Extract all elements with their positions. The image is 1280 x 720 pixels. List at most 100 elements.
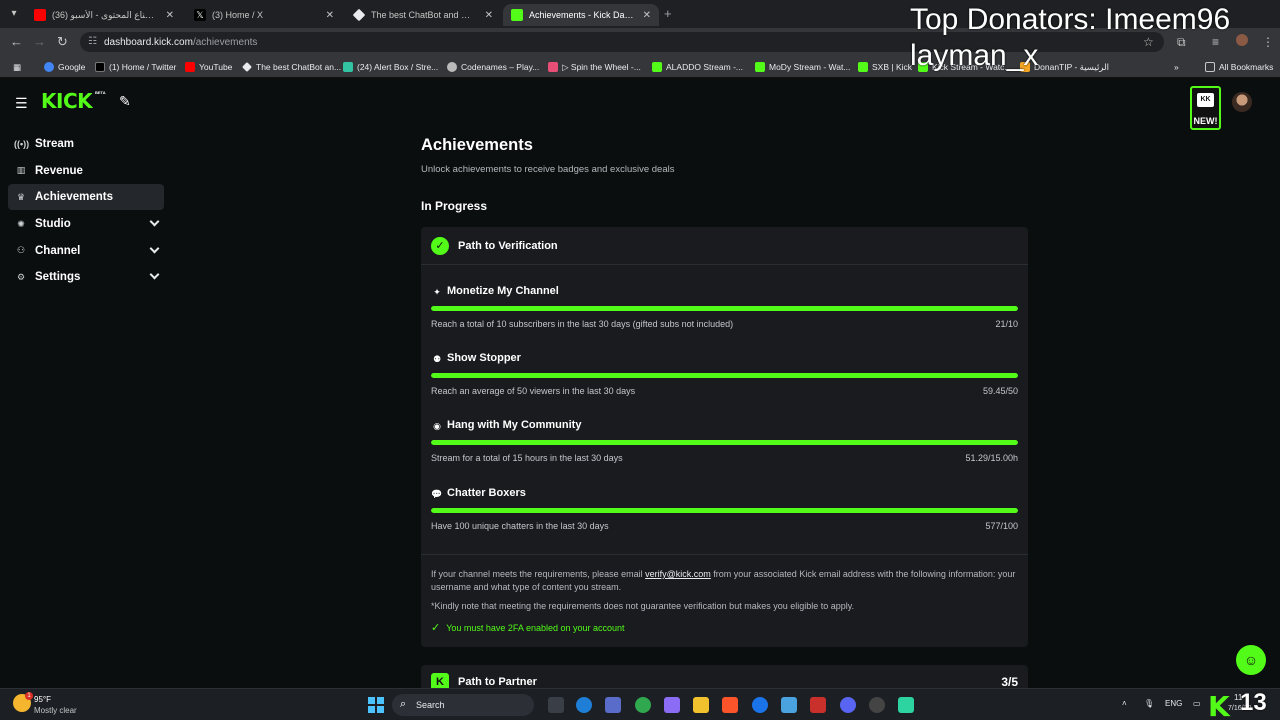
requirement-item: ⚉ Show Stopper Reach an average of 50 vi…: [431, 352, 1018, 407]
task-view-icon[interactable]: [548, 697, 564, 713]
chevron-down-icon[interactable]: [149, 216, 160, 227]
bookmark-label: SXB | Kick: [872, 62, 912, 72]
file-explorer-icon[interactable]: [693, 697, 709, 713]
requirement-item: ✦ Monetize My Channel Reach a total of 1…: [431, 285, 1018, 340]
app-icon[interactable]: [898, 697, 914, 713]
streamlabs-icon: [343, 62, 353, 72]
chevron-up-icon[interactable]: ˄: [1122, 699, 1127, 708]
edge-icon[interactable]: [576, 697, 592, 713]
hamburger-menu-icon[interactable]: ☰: [15, 95, 28, 112]
browser-tab[interactable]: (36) دوري صناع المحتوى - الأسبو ✕: [26, 4, 182, 26]
browser-tab[interactable]: 𝕏 (3) Home / X ✕: [186, 4, 342, 26]
sidebar-item-achievements[interactable]: ♛ Achievements: [8, 184, 164, 211]
brave-icon[interactable]: [722, 697, 738, 713]
back-icon[interactable]: ←: [10, 34, 23, 49]
people-icon: ⚇: [16, 245, 26, 256]
site-info-icon[interactable]: ☷: [88, 36, 97, 47]
store-icon[interactable]: [605, 697, 621, 713]
verification-card-header: ✓ Path to Verification: [421, 227, 1028, 265]
progress-fill: [431, 508, 1018, 513]
bookmark[interactable]: Codenames – Play...: [447, 60, 539, 74]
gear-icon: ⚙: [16, 271, 26, 282]
notepad-icon[interactable]: [781, 697, 797, 713]
partner-title: Path to Partner: [458, 676, 537, 688]
sidebar-item-settings[interactable]: ⚙ Settings: [8, 264, 164, 290]
wheel-icon: [548, 62, 558, 72]
sidebar-item-studio[interactable]: ✺ Studio: [8, 211, 164, 237]
tab-title: (3) Home / X: [212, 10, 264, 20]
language-indicator[interactable]: ENG: [1165, 699, 1182, 708]
stream-count: 13: [1240, 689, 1267, 716]
url-host: dashboard.kick.com: [104, 36, 193, 48]
bookmark[interactable]: SXB | Kick: [858, 60, 912, 74]
sidebar-item-channel[interactable]: ⚇ Channel: [8, 238, 164, 264]
bookmark[interactable]: (1) Home / Twitter: [95, 60, 176, 74]
close-icon[interactable]: ✕: [485, 10, 493, 21]
bookmark[interactable]: ▷ Spin the Wheel -...: [548, 60, 641, 74]
sidebar-item-stream[interactable]: ((•)) Stream: [8, 131, 164, 157]
display-icon[interactable]: ▭: [1193, 699, 1201, 708]
close-icon[interactable]: ✕: [643, 10, 651, 21]
browser-tab-active[interactable]: Achievements - Kick Dashboard ✕: [503, 4, 659, 26]
tab-search-icon[interactable]: ▾: [6, 5, 22, 21]
bookmark[interactable]: The best ChatBot an...: [242, 60, 341, 74]
support-chat-button[interactable]: ☺: [1236, 645, 1266, 675]
bookmark-label: The best ChatBot an...: [256, 62, 342, 72]
browser-tab[interactable]: The best ChatBot and Widgets ✕: [345, 4, 501, 26]
verification-title: Path to Verification: [458, 240, 558, 252]
obs-icon[interactable]: [869, 697, 885, 713]
bookmark[interactable]: (24) Alert Box / Stre...: [343, 60, 438, 74]
forward-icon[interactable]: →: [33, 34, 46, 49]
bookmark-label: Codenames – Play...: [461, 62, 540, 72]
note-text: If your channel meets the requirements, …: [431, 569, 646, 579]
x-logo-icon: [95, 62, 105, 72]
requirement-description: Reach an average of 50 viewers in the la…: [431, 386, 636, 396]
kick-logo[interactable]: KICK: [41, 89, 93, 113]
palette-icon: ✺: [17, 218, 25, 229]
bookmark-label: YouTube: [199, 62, 233, 72]
profile-avatar-icon[interactable]: [1236, 34, 1248, 46]
new-tab-button[interactable]: +: [664, 6, 672, 21]
requirement-description: Have 100 unique chatters in the last 30 …: [431, 521, 609, 531]
youtube-icon: [34, 9, 46, 21]
bookmark[interactable]: ALADDO Stream -...: [652, 60, 743, 74]
windows-start-icon[interactable]: [368, 697, 384, 713]
twofa-requirement: ✓ You must have 2FA enabled on your acco…: [431, 621, 625, 634]
kick-icon: [511, 9, 523, 21]
reload-icon[interactable]: ↻: [57, 34, 68, 50]
kk-logo-icon: KK: [1197, 93, 1214, 107]
bookmark[interactable]: YouTube: [185, 60, 232, 74]
requirement-title: Monetize My Channel: [447, 285, 559, 297]
media-player-icon[interactable]: [810, 697, 826, 713]
verify-email-link[interactable]: verify@kick.com: [645, 569, 711, 579]
requirement-title: Show Stopper: [447, 352, 521, 364]
bookmark[interactable]: MoDy Stream - Wat...: [755, 60, 850, 74]
gamepad-icon[interactable]: [664, 697, 680, 713]
top-donators-overlay: Top Donators: Imeem96 layman_x: [910, 3, 1231, 72]
section-title: In Progress: [421, 199, 488, 213]
microphone-icon[interactable]: 🎙: [1144, 699, 1154, 708]
brush-icon[interactable]: ✎: [119, 93, 131, 110]
chrome-icon[interactable]: [752, 697, 768, 713]
chevron-down-icon[interactable]: [149, 243, 160, 254]
user-avatar[interactable]: [1232, 92, 1252, 112]
diamond-icon: [352, 8, 366, 22]
chevron-down-icon[interactable]: [149, 269, 160, 280]
close-icon[interactable]: ✕: [326, 10, 334, 21]
requirement-title: Hang with My Community: [447, 419, 582, 431]
discord-icon[interactable]: [840, 697, 856, 713]
bookmark[interactable]: Google: [44, 60, 85, 74]
xbox-icon[interactable]: [635, 697, 651, 713]
kebab-menu-icon[interactable]: ⋮: [1262, 35, 1274, 49]
google-icon: [44, 62, 54, 72]
sidebar-item-label: Settings: [35, 271, 81, 284]
apps-icon[interactable]: ▦: [13, 60, 21, 74]
partner-card[interactable]: K Path to Partner 3/5: [421, 665, 1028, 688]
search-icon: ⌕: [400, 698, 407, 710]
sidebar-item-revenue[interactable]: ▥ Revenue: [8, 158, 164, 184]
new-label: NEW!: [1193, 116, 1218, 126]
tab-title: (36) دوري صناع المحتوى - الأسبو: [52, 9, 158, 20]
new-feature-badge[interactable]: KK NEW!: [1190, 86, 1221, 130]
close-icon[interactable]: ✕: [166, 10, 174, 21]
taskbar-search[interactable]: ⌕ Search: [392, 694, 534, 716]
